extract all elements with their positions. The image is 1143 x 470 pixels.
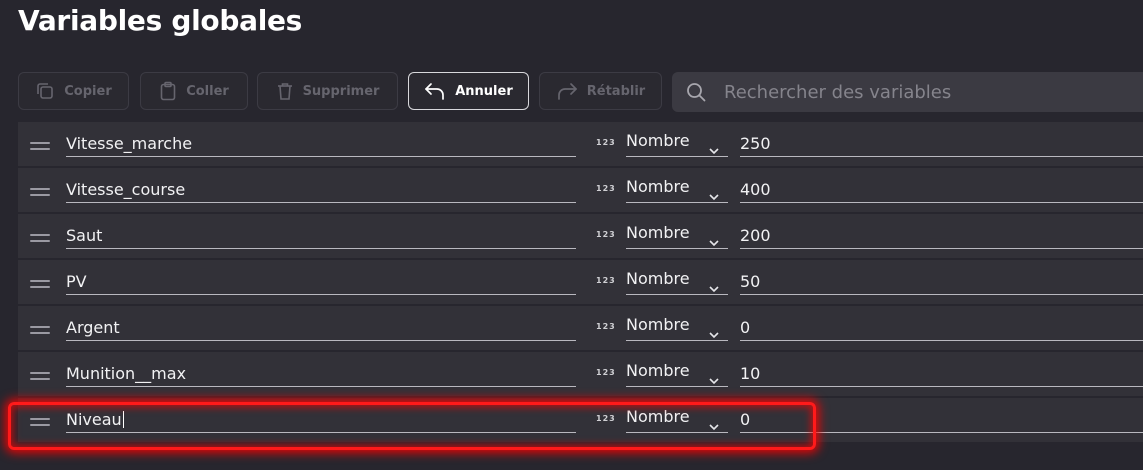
- variable-row-selected: Niveau 123 Nombre 0: [18, 398, 1143, 442]
- variable-value-field[interactable]: 400: [740, 178, 1143, 203]
- variable-row: Munition__max 123 Nombre 10: [18, 352, 1143, 396]
- variable-type-label: Nombre: [626, 177, 690, 196]
- undo-label: Annuler: [455, 83, 513, 99]
- number-type-icon: 123: [596, 368, 616, 377]
- variable-row: PV 123 Nombre 50: [18, 260, 1143, 304]
- paste-button[interactable]: Coller: [140, 72, 248, 110]
- search-icon: [686, 82, 706, 102]
- text-cursor: [122, 411, 124, 428]
- drag-handle-icon[interactable]: [30, 418, 50, 430]
- variable-type-select[interactable]: Nombre: [626, 406, 728, 433]
- trash-icon: [276, 81, 294, 101]
- variable-type-label: Nombre: [626, 131, 690, 150]
- variable-name-field[interactable]: Vitesse_marche: [66, 132, 576, 157]
- variable-name-field[interactable]: Niveau: [66, 408, 576, 433]
- variable-value-field[interactable]: 200: [740, 224, 1143, 249]
- variable-type-select[interactable]: Nombre: [626, 130, 728, 157]
- variable-value-field[interactable]: 0: [740, 316, 1143, 341]
- chevron-down-icon: [708, 139, 720, 161]
- number-type-icon: 123: [596, 230, 616, 239]
- variable-value-field[interactable]: 50: [740, 270, 1143, 295]
- variable-type-select[interactable]: Nombre: [626, 222, 728, 249]
- chevron-down-icon: [708, 323, 720, 345]
- variable-type-select[interactable]: Nombre: [626, 360, 728, 387]
- redo-button[interactable]: Rétablir: [539, 72, 662, 110]
- clipboard-icon: [159, 81, 177, 101]
- chevron-down-icon: [708, 415, 720, 437]
- number-type-icon: 123: [596, 414, 616, 423]
- variable-type-label: Nombre: [626, 315, 690, 334]
- variable-name-field[interactable]: Munition__max: [66, 362, 576, 387]
- redo-label: Rétablir: [586, 83, 646, 99]
- variable-row: Vitesse_marche 123 Nombre 250: [18, 122, 1143, 166]
- variable-type-select[interactable]: Nombre: [626, 268, 728, 295]
- copy-button[interactable]: Copier: [18, 72, 129, 110]
- variable-value-field[interactable]: 10: [740, 362, 1143, 387]
- chevron-down-icon: [708, 231, 720, 253]
- variable-name-field[interactable]: Vitesse_course: [66, 178, 576, 203]
- variable-row: Argent 123 Nombre 0: [18, 306, 1143, 350]
- number-type-icon: 123: [596, 276, 616, 285]
- redo-icon: [556, 81, 578, 101]
- copy-label: Copier: [64, 83, 112, 99]
- variable-type-label: Nombre: [626, 223, 690, 242]
- copy-icon: [35, 81, 55, 101]
- search-input[interactable]: [722, 80, 1106, 104]
- variable-type-select[interactable]: Nombre: [626, 176, 728, 203]
- paste-label: Coller: [186, 83, 229, 99]
- variable-name-field[interactable]: PV: [66, 270, 576, 295]
- variable-row: Saut 123 Nombre 200: [18, 214, 1143, 258]
- variable-name-field[interactable]: Argent: [66, 316, 576, 341]
- number-type-icon: 123: [596, 138, 616, 147]
- delete-label: Supprimer: [302, 83, 380, 99]
- variable-name-text: Niveau: [66, 410, 122, 429]
- search-bar: [672, 72, 1143, 112]
- variable-name-field[interactable]: Saut: [66, 224, 576, 249]
- variable-value-field[interactable]: 0: [740, 408, 1143, 433]
- undo-button[interactable]: Annuler: [408, 72, 529, 110]
- variable-type-select[interactable]: Nombre: [626, 314, 728, 341]
- drag-handle-icon[interactable]: [30, 142, 50, 154]
- variable-type-label: Nombre: [626, 407, 690, 426]
- drag-handle-icon[interactable]: [30, 280, 50, 292]
- delete-button[interactable]: Supprimer: [257, 72, 398, 110]
- undo-icon: [424, 81, 446, 101]
- number-type-icon: 123: [596, 322, 616, 331]
- chevron-down-icon: [708, 185, 720, 207]
- number-type-icon: 123: [596, 184, 616, 193]
- variable-row: Vitesse_course 123 Nombre 400: [18, 168, 1143, 212]
- page-title: Variables globales: [18, 4, 303, 37]
- variable-value-field[interactable]: 250: [740, 132, 1143, 157]
- variable-type-label: Nombre: [626, 361, 690, 380]
- drag-handle-icon[interactable]: [30, 326, 50, 338]
- drag-handle-icon[interactable]: [30, 188, 50, 200]
- variable-type-label: Nombre: [626, 269, 690, 288]
- drag-handle-icon[interactable]: [30, 234, 50, 246]
- chevron-down-icon: [708, 369, 720, 391]
- chevron-down-icon: [708, 277, 720, 299]
- drag-handle-icon[interactable]: [30, 372, 50, 384]
